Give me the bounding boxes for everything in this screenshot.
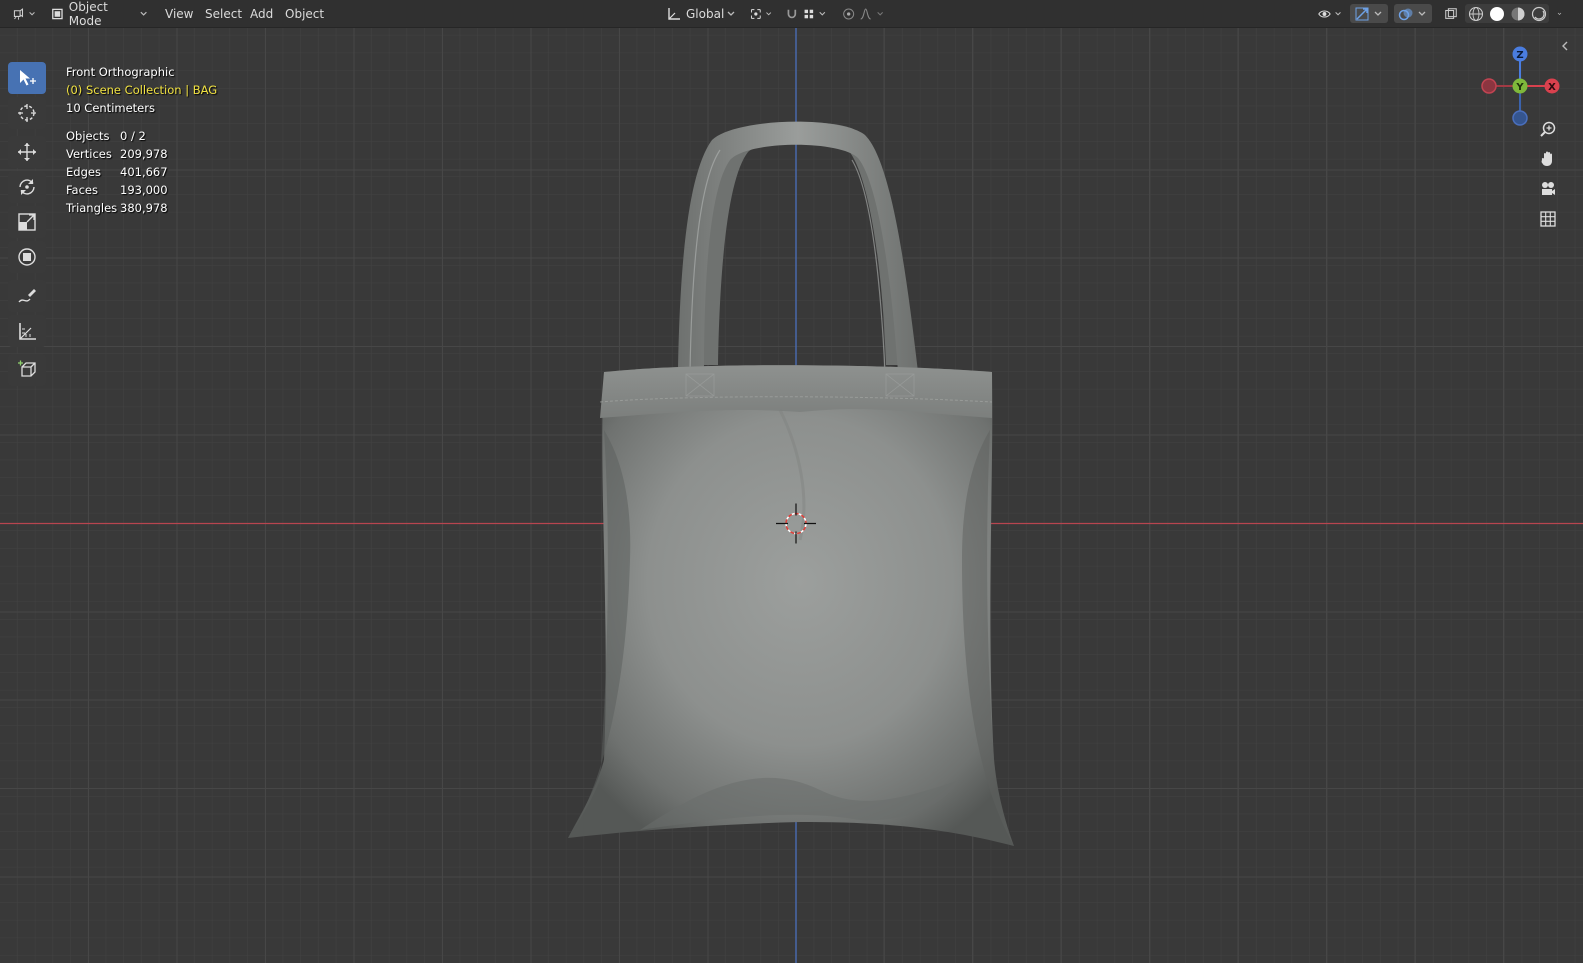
stat-row: Objects 0 / 2 bbox=[66, 129, 146, 143]
add-cube-icon bbox=[18, 360, 36, 377]
wireframe-shading-icon[interactable] bbox=[1468, 6, 1484, 22]
menu-view[interactable]: View bbox=[165, 0, 193, 27]
grid-icon bbox=[1540, 211, 1556, 227]
tool-shelf bbox=[8, 62, 48, 389]
menu-object[interactable]: Object bbox=[285, 0, 324, 27]
collection-name: (0) Scene Collection | BAG bbox=[66, 83, 218, 97]
camera-icon bbox=[1542, 182, 1555, 195]
gizmo-z-label: Z bbox=[1516, 50, 1523, 61]
scale-icon bbox=[18, 213, 36, 231]
measure-tool[interactable] bbox=[8, 315, 46, 347]
chevron-down-icon bbox=[727, 11, 735, 16]
solid-shading-icon[interactable] bbox=[1489, 6, 1505, 22]
orientation-axes-icon bbox=[668, 7, 680, 20]
object-mode-icon bbox=[52, 8, 63, 19]
proportional-editing-dropdown[interactable] bbox=[838, 4, 888, 23]
menu-select[interactable]: Select bbox=[205, 0, 242, 27]
zoom-icon bbox=[1540, 121, 1556, 137]
zoom-button[interactable] bbox=[1535, 116, 1561, 142]
pivot-point-icon bbox=[750, 8, 761, 19]
proportional-edit-icon bbox=[843, 8, 855, 19]
overlays-dropdown[interactable] bbox=[1394, 4, 1432, 23]
mode-dropdown[interactable]: Object Mode bbox=[46, 0, 152, 28]
chevron-down-icon bbox=[140, 11, 147, 16]
transform-icon bbox=[18, 248, 36, 266]
gizmo-dropdown[interactable] bbox=[1350, 4, 1388, 23]
viewport-info-overlay: Front Orthographic (0) Scene Collection … bbox=[66, 63, 217, 117]
scale-tool[interactable] bbox=[8, 206, 46, 238]
gizmo-y-label: Y bbox=[1515, 82, 1524, 93]
snap-dropdown[interactable] bbox=[781, 4, 831, 23]
shading-mode-group bbox=[1465, 4, 1549, 23]
gizmo-neg-z bbox=[1512, 110, 1528, 126]
overlays-icon bbox=[1398, 8, 1413, 20]
xray-toggle[interactable] bbox=[1440, 4, 1462, 23]
stat-row: Edges 401,667 bbox=[66, 165, 168, 179]
rotate-icon bbox=[19, 179, 35, 195]
menu-add[interactable]: Add bbox=[250, 0, 273, 27]
measure-icon bbox=[19, 323, 36, 340]
cursor-icon bbox=[18, 104, 36, 122]
transform-orientation-dropdown[interactable]: Global bbox=[662, 4, 740, 23]
select-box-icon bbox=[20, 70, 36, 86]
xray-icon bbox=[1445, 7, 1457, 19]
grid-and-scene bbox=[0, 28, 1583, 963]
viewport-header: Object Mode View Select Add Object Globa… bbox=[0, 0, 1583, 28]
shading-options-dropdown[interactable] bbox=[1550, 4, 1566, 23]
chevron-down-icon bbox=[819, 11, 826, 16]
view-name: Front Orthographic bbox=[66, 65, 175, 79]
hand-icon bbox=[1541, 151, 1552, 166]
orientation-label: Global bbox=[686, 6, 725, 21]
pivot-point-dropdown[interactable] bbox=[746, 4, 776, 23]
editor-type-dropdown[interactable] bbox=[8, 4, 40, 23]
eye-icon bbox=[1318, 9, 1331, 18]
stat-row: Triangles 380,978 bbox=[66, 201, 168, 215]
select-box-tool[interactable] bbox=[8, 62, 46, 94]
cursor-tool[interactable] bbox=[8, 97, 46, 129]
annotate-tool[interactable] bbox=[8, 280, 46, 312]
chevron-down-icon bbox=[765, 11, 771, 15]
grid-scale: 10 Centimeters bbox=[66, 101, 155, 115]
chevron-down-icon bbox=[29, 11, 35, 16]
chevron-down-icon bbox=[876, 11, 883, 16]
visibility-dropdown[interactable] bbox=[1314, 4, 1346, 23]
add-cube-tool[interactable] bbox=[8, 354, 46, 386]
mode-label: Object Mode bbox=[68, 0, 108, 28]
camera-view-button[interactable] bbox=[1535, 176, 1561, 202]
stat-row: Vertices 209,978 bbox=[66, 147, 168, 161]
chevron-left-icon bbox=[1562, 41, 1568, 51]
material-preview-icon[interactable] bbox=[1510, 6, 1526, 22]
snap-increment-icon bbox=[804, 9, 813, 18]
navigation-gizmo[interactable]: X Z Y bbox=[1475, 38, 1565, 128]
3d-viewport[interactable]: Front Orthographic (0) Scene Collection … bbox=[0, 28, 1583, 963]
rendered-shading-icon[interactable] bbox=[1531, 6, 1547, 22]
sidebar-toggle[interactable] bbox=[1560, 40, 1570, 55]
chevron-down-icon bbox=[1418, 11, 1426, 16]
gizmo-x-label: X bbox=[1548, 82, 1556, 93]
toggle-projection-button[interactable] bbox=[1535, 206, 1561, 232]
chevron-down-icon bbox=[1335, 11, 1341, 16]
chevron-down-icon bbox=[1374, 11, 1382, 16]
gizmo-icon bbox=[1355, 7, 1369, 20]
chevron-down-icon bbox=[1557, 12, 1562, 15]
transform-tool[interactable] bbox=[8, 241, 46, 273]
falloff-curve-icon bbox=[860, 7, 872, 20]
move-tool[interactable] bbox=[8, 136, 46, 168]
move-icon bbox=[18, 143, 36, 161]
gizmo-neg-x bbox=[1481, 78, 1497, 94]
viewport-editor-icon bbox=[13, 7, 24, 20]
magnet-icon bbox=[787, 9, 797, 18]
annotate-icon bbox=[18, 289, 36, 303]
stat-row: Faces 193,000 bbox=[66, 183, 168, 197]
pan-button[interactable] bbox=[1535, 146, 1561, 172]
rotate-tool[interactable] bbox=[8, 171, 46, 203]
scene-statistics: Objects 0 / 2 Vertices 209,978 Edges 401,66… bbox=[66, 127, 168, 217]
